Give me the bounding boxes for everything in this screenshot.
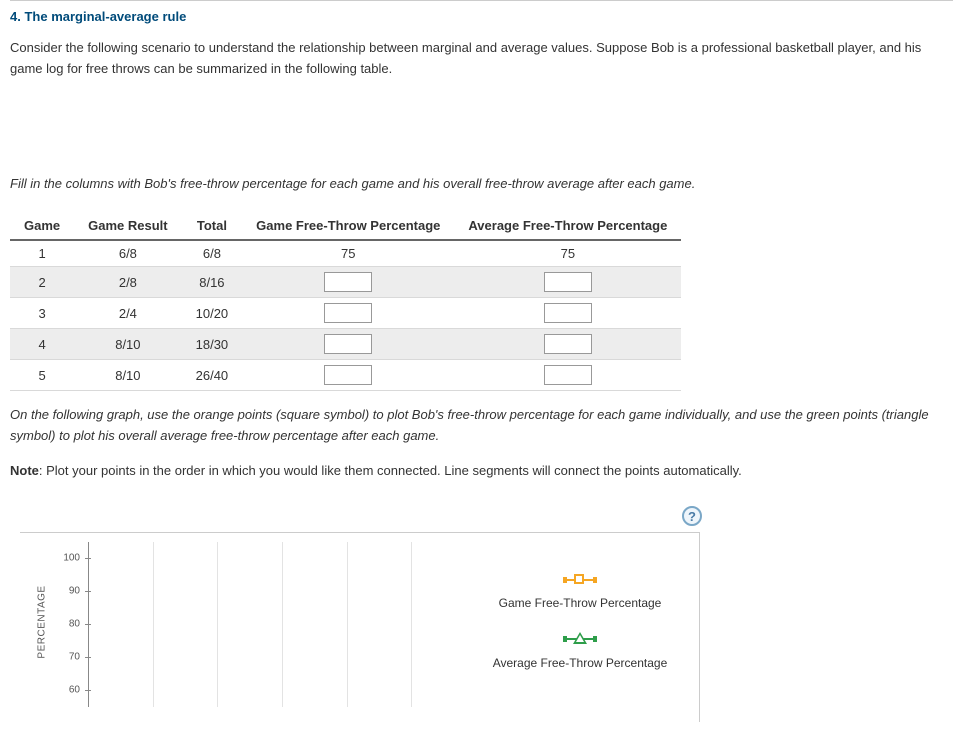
cell-game: 3 [10, 298, 74, 329]
input-avg-pct-cell [454, 329, 681, 360]
legend-label-2: Average Free-Throw Percentage [470, 656, 690, 670]
input-game-pct[interactable] [324, 365, 372, 385]
plot-area[interactable]: 60708090100 [88, 542, 418, 707]
col-result: Game Result [74, 212, 181, 240]
cell-result: 8/10 [74, 360, 181, 391]
cell-total: 18/30 [182, 329, 243, 360]
cell-total: 26/40 [182, 360, 243, 391]
cell-result: 2/4 [74, 298, 181, 329]
note-text: : Plot your points in the order in which… [39, 463, 742, 478]
free-throw-table: Game Game Result Total Game Free-Throw P… [10, 212, 681, 391]
cell-total: 6/8 [182, 240, 243, 267]
table-row: 22/88/16 [10, 267, 681, 298]
section-title: 4. The marginal-average rule [10, 3, 953, 34]
y-tick-label: 80 [69, 619, 80, 630]
input-game-pct-cell [242, 267, 454, 298]
cell-total: 10/20 [182, 298, 243, 329]
input-avg-pct[interactable] [544, 334, 592, 354]
graph-instruction: On the following graph, use the orange p… [10, 401, 953, 457]
legend-item-avg-pct[interactable]: Average Free-Throw Percentage [470, 632, 690, 670]
input-game-pct[interactable] [324, 272, 372, 292]
col-avg-pct: Average Free-Throw Percentage [454, 212, 681, 240]
fill-instruction: Fill in the columns with Bob's free-thro… [10, 170, 953, 205]
y-axis-title: PERCENTAGE [37, 585, 48, 658]
cell-game: 1 [10, 240, 74, 267]
input-avg-pct-cell [454, 298, 681, 329]
note-paragraph: Note: Plot your points in the order in w… [10, 457, 953, 492]
col-game-pct: Game Free-Throw Percentage [242, 212, 454, 240]
cell-result: 2/8 [74, 267, 181, 298]
y-tick-label: 90 [69, 586, 80, 597]
input-game-pct[interactable] [324, 303, 372, 323]
input-avg-pct-cell [454, 360, 681, 391]
cell-avg-pct: 75 [454, 240, 681, 267]
input-game-pct-cell [242, 360, 454, 391]
cell-game: 4 [10, 329, 74, 360]
triangle-icon [564, 632, 596, 646]
input-avg-pct-cell [454, 267, 681, 298]
input-game-pct-cell [242, 298, 454, 329]
input-game-pct[interactable] [324, 334, 372, 354]
y-tick-label: 70 [69, 652, 80, 663]
table-row: 58/1026/40 [10, 360, 681, 391]
cell-game: 5 [10, 360, 74, 391]
cell-game: 2 [10, 267, 74, 298]
col-total: Total [182, 212, 243, 240]
table-row: 32/410/20 [10, 298, 681, 329]
y-tick-label: 60 [69, 685, 80, 696]
cell-result: 6/8 [74, 240, 181, 267]
chart-container: ? PERCENTAGE 60708090100 Game Free-Throw… [10, 502, 710, 722]
chart-legend: Game Free-Throw Percentage Average Free-… [470, 574, 690, 692]
intro-paragraph: Consider the following scenario to under… [10, 34, 953, 90]
cell-result: 8/10 [74, 329, 181, 360]
input-avg-pct[interactable] [544, 303, 592, 323]
y-tick-label: 100 [63, 553, 80, 564]
input-avg-pct[interactable] [544, 365, 592, 385]
input-game-pct-cell [242, 329, 454, 360]
table-row: 48/1018/30 [10, 329, 681, 360]
help-button[interactable]: ? [682, 506, 702, 526]
cell-game-pct: 75 [242, 240, 454, 267]
legend-item-game-pct[interactable]: Game Free-Throw Percentage [470, 574, 690, 610]
square-icon [564, 574, 596, 586]
note-label: Note [10, 463, 39, 478]
col-game: Game [10, 212, 74, 240]
cell-total: 8/16 [182, 267, 243, 298]
table-row: 16/86/87575 [10, 240, 681, 267]
legend-label-1: Game Free-Throw Percentage [470, 596, 690, 610]
input-avg-pct[interactable] [544, 272, 592, 292]
section-heading: The marginal-average rule [24, 9, 186, 24]
section-number: 4. [10, 9, 21, 24]
